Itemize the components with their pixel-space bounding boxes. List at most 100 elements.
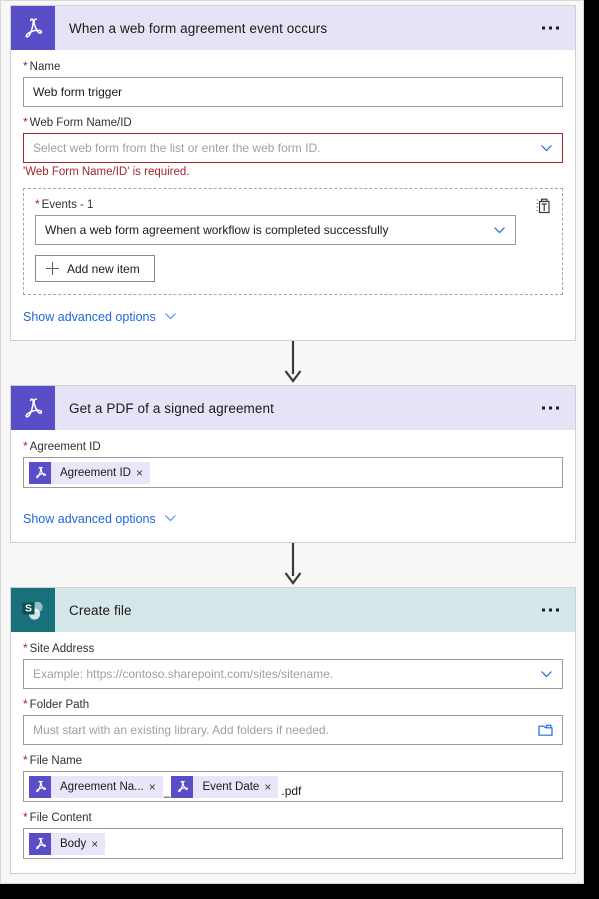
events-group: * Events - 1 When a web form agreement w… — [23, 188, 563, 295]
token-chip[interactable]: Body × — [29, 832, 106, 855]
flow-canvas: When a web form agreement event occurs *… — [1, 1, 583, 883]
site-address-select[interactable]: Example: https://contoso.sharepoint.com/… — [23, 659, 563, 689]
label-text: File Content — [29, 812, 92, 824]
show-advanced-options-get-pdf[interactable]: Show advanced options — [23, 511, 177, 527]
chevron-down-icon[interactable] — [540, 142, 553, 155]
agreement-id-input[interactable]: Agreement ID × — [23, 457, 563, 488]
file-content-input[interactable]: Body × — [23, 828, 563, 859]
field-label-file-name: * File Name — [23, 754, 563, 767]
delete-item-icon[interactable] — [535, 197, 553, 215]
web-form-select[interactable]: Select web form from the list or enter t… — [23, 133, 563, 163]
chevron-down-icon — [164, 309, 177, 325]
label-text: Site Address — [29, 643, 95, 655]
token-remove-icon[interactable]: × — [149, 781, 163, 793]
plus-icon — [46, 262, 59, 275]
card-body-trigger: * Name Web form trigger * Web Form Name/… — [11, 50, 575, 340]
token-remove-icon[interactable]: × — [91, 838, 105, 850]
field-file-name: * File Name Agreement Na... × _ Event Da… — [23, 754, 563, 802]
menu-dot — [549, 26, 552, 30]
required-marker: * — [23, 810, 28, 824]
field-events: * Events - 1 When a web form agreement w… — [35, 198, 551, 282]
token-label: Body — [60, 837, 87, 850]
card-menu-button-trigger[interactable] — [538, 21, 563, 36]
field-web-form: * Web Form Name/ID Select web form from … — [23, 116, 563, 178]
required-marker: * — [23, 115, 28, 129]
sharepoint-icon: S — [11, 588, 55, 632]
flow-card-get-pdf[interactable]: Get a PDF of a signed agreement * Agreem… — [10, 385, 576, 543]
add-new-item-label: Add new item — [67, 261, 140, 276]
token-remove-icon[interactable]: × — [136, 467, 150, 479]
label-text: Web Form Name/ID — [29, 117, 132, 129]
menu-dot — [556, 406, 559, 410]
card-title-get-pdf: Get a PDF of a signed agreement — [69, 400, 274, 416]
field-label-events: * Events - 1 — [35, 198, 551, 211]
down-arrow-connector — [284, 543, 302, 585]
web-form-error-message: 'Web Form Name/ID' is required. — [23, 166, 190, 178]
field-file-content: * File Content Body × — [23, 811, 563, 859]
token-remove-icon[interactable]: × — [264, 781, 278, 793]
folder-path-input[interactable]: Must start with an existing library. Add… — [23, 715, 563, 745]
label-text: File Name — [29, 755, 83, 767]
folder-picker-icon[interactable] — [538, 723, 553, 737]
events-select-value: When a web form agreement workflow is co… — [45, 223, 389, 237]
field-label-name: * Name — [23, 60, 563, 73]
name-input[interactable]: Web form trigger — [23, 77, 563, 107]
menu-dot — [556, 608, 559, 612]
down-arrow-connector — [284, 341, 302, 383]
token-chip[interactable]: Event Date × — [171, 775, 279, 798]
required-marker: * — [23, 697, 28, 711]
agreement-id-tokens: Agreement ID × — [29, 458, 553, 487]
token-label: Event Date — [202, 780, 260, 793]
token-label: Agreement ID — [60, 466, 131, 479]
card-body-get-pdf: * Agreement ID Agreement ID × Show advan… — [11, 430, 575, 542]
flow-designer-frame: When a web form agreement event occurs *… — [0, 0, 584, 884]
required-marker: * — [23, 641, 28, 655]
folder-path-placeholder: Must start with an existing library. Add… — [33, 723, 329, 737]
events-select[interactable]: When a web form agreement workflow is co… — [35, 215, 516, 245]
token-chip[interactable]: Agreement ID × — [29, 461, 150, 484]
adobe-token-icon — [29, 832, 51, 855]
menu-dot — [556, 26, 559, 30]
file-name-tokens: Agreement Na... × _ Event Date × .pdf — [29, 772, 553, 801]
menu-dot — [549, 608, 552, 612]
field-label-folder-path: * Folder Path — [23, 698, 563, 711]
adobe-acrobat-sign-icon — [11, 386, 55, 430]
card-header-create-file: S Create file — [11, 588, 575, 632]
advanced-link-label: Show advanced options — [23, 310, 156, 324]
menu-dot — [542, 608, 545, 612]
token-chip[interactable]: Agreement Na... × — [29, 775, 163, 798]
adobe-token-icon — [29, 775, 51, 798]
file-name-input[interactable]: Agreement Na... × _ Event Date × .pdf — [23, 771, 563, 802]
field-agreement-id: * Agreement ID Agreement ID × — [23, 440, 563, 488]
site-address-placeholder: Example: https://contoso.sharepoint.com/… — [33, 667, 334, 681]
required-marker: * — [23, 753, 28, 767]
menu-dot — [542, 406, 545, 410]
adobe-acrobat-sign-icon — [11, 6, 55, 50]
advanced-link-label: Show advanced options — [23, 512, 156, 526]
chevron-down-icon[interactable] — [540, 668, 553, 681]
required-marker: * — [35, 197, 40, 211]
chevron-down-icon[interactable] — [493, 224, 506, 237]
label-text: Name — [29, 61, 61, 73]
file-name-suffix: .pdf — [281, 783, 302, 798]
add-new-item-button[interactable]: Add new item — [35, 255, 155, 282]
show-advanced-options-trigger[interactable]: Show advanced options — [23, 309, 177, 325]
menu-dot — [549, 406, 552, 410]
label-text: Folder Path — [29, 699, 90, 711]
chevron-down-icon — [164, 511, 177, 527]
field-label-web-form: * Web Form Name/ID — [23, 116, 563, 129]
card-menu-button-create-file[interactable] — [538, 603, 563, 618]
adobe-token-icon — [171, 775, 194, 798]
flow-card-trigger[interactable]: When a web form agreement event occurs *… — [10, 5, 576, 341]
card-menu-button-get-pdf[interactable] — [538, 401, 563, 416]
card-title-trigger: When a web form agreement event occurs — [69, 20, 328, 36]
field-name: * Name Web form trigger — [23, 60, 563, 107]
flow-card-create-file[interactable]: S Create file * Site Address Example: ht… — [10, 587, 576, 874]
name-input-value: Web form trigger — [33, 85, 123, 99]
label-text: Events - 1 — [41, 199, 94, 211]
field-label-file-content: * File Content — [23, 811, 563, 824]
file-content-tokens: Body × — [29, 829, 553, 858]
required-marker: * — [23, 59, 28, 73]
web-form-placeholder: Select web form from the list or enter t… — [33, 141, 321, 155]
required-marker: * — [23, 439, 28, 453]
